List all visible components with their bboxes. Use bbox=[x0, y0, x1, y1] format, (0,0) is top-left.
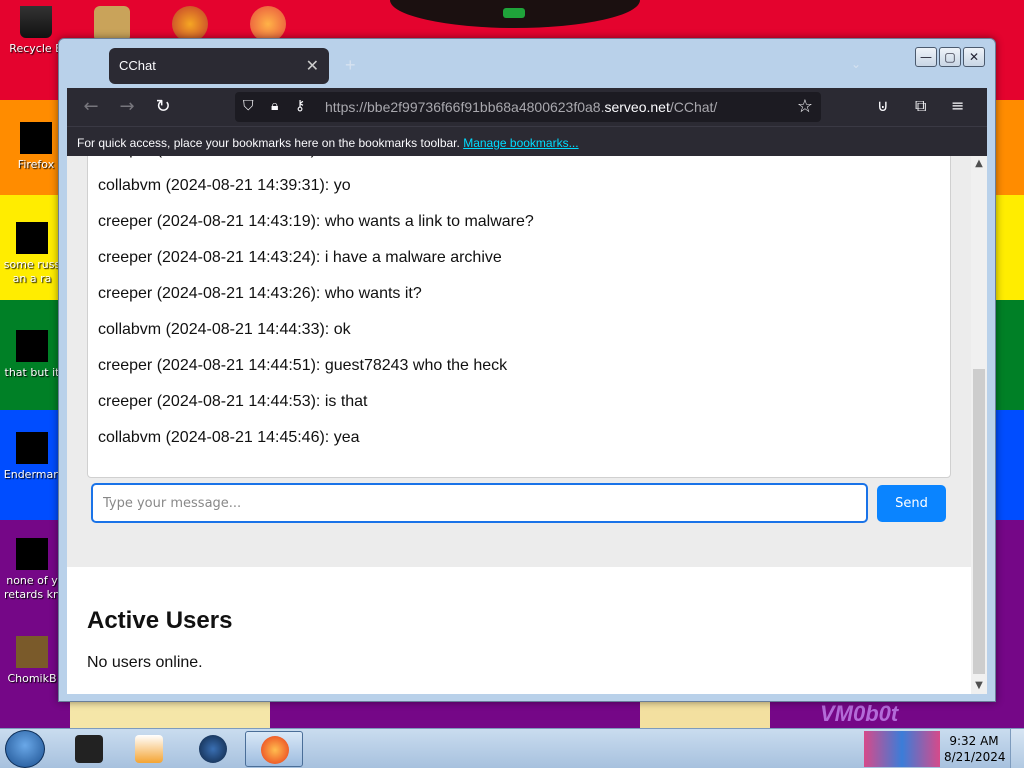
key-icon[interactable]: ⚷ bbox=[295, 98, 305, 114]
url-bar[interactable]: ⛉ 🔒︎ ⚷ https://bbe2f99736f66f91bb68a4800… bbox=[235, 92, 821, 122]
chat-area: creeper (2024-08-21 14:38:37): hi collab… bbox=[67, 156, 971, 567]
globe-icon bbox=[199, 735, 227, 763]
desktop-folder-icon[interactable] bbox=[94, 6, 130, 42]
scroll-down-icon[interactable]: ▼ bbox=[973, 680, 985, 692]
scroll-up-icon[interactable]: ▲ bbox=[973, 158, 985, 170]
taskbar: 9:32 AM 8/21/2024 bbox=[0, 728, 1024, 768]
browser-window: CChat ✕ + ⌄ — ▢ ✕ ← → ↻ ⛉ 🔒︎ ⚷ https://b… bbox=[58, 38, 996, 702]
firefox-icon bbox=[20, 122, 52, 154]
tab-title: CChat bbox=[119, 58, 156, 73]
lock-icon[interactable]: 🔒︎ bbox=[271, 98, 278, 114]
reload-icon[interactable]: ↻ bbox=[151, 96, 175, 118]
file-icon bbox=[16, 432, 48, 464]
page-content: creeper (2024-08-21 14:38:37): hi collab… bbox=[67, 156, 987, 694]
active-users-title: Active Users bbox=[87, 607, 233, 634]
chat-message: creeper (2024-08-21 14:44:53): is that bbox=[98, 393, 368, 410]
clock[interactable]: 9:32 AM 8/21/2024 bbox=[944, 733, 1006, 765]
pocket-icon[interactable]: ⊍ bbox=[877, 96, 889, 115]
chat-message: collabvm (2024-08-21 14:44:33): ok bbox=[98, 321, 351, 338]
bookmarks-hint: For quick access, place your bookmarks h… bbox=[77, 136, 460, 150]
desktop-icon-russ[interactable]: some russ an a ra bbox=[0, 222, 64, 286]
file-icon bbox=[16, 330, 48, 362]
firefox-icon bbox=[261, 736, 289, 764]
desktop-icon-label: an a ra bbox=[12, 272, 52, 285]
nav-toolbar: ← → ↻ ⛉ 🔒︎ ⚷ https://bbe2f99736f66f91bb6… bbox=[67, 88, 987, 126]
message-list[interactable]: creeper (2024-08-21 14:38:37): hi collab… bbox=[87, 156, 951, 478]
forward-icon[interactable]: → bbox=[115, 96, 139, 118]
close-window-button[interactable]: ✕ bbox=[963, 47, 985, 67]
send-button[interactable]: Send bbox=[877, 485, 946, 522]
maximize-button[interactable]: ▢ bbox=[939, 47, 961, 67]
show-desktop-button[interactable] bbox=[1010, 729, 1024, 768]
message-input[interactable] bbox=[91, 483, 868, 523]
wallpaper-art bbox=[640, 700, 770, 728]
desktop-icon-that[interactable]: that but it bbox=[0, 330, 64, 380]
file-icon bbox=[16, 538, 48, 570]
desktop-app-icon[interactable] bbox=[250, 6, 286, 42]
back-icon[interactable]: ← bbox=[79, 96, 103, 118]
chat-message: collabvm (2024-08-21 14:39:31): yo bbox=[98, 177, 351, 194]
terminal-icon bbox=[75, 735, 103, 763]
chat-message: creeper (2024-08-21 14:44:51): guest7824… bbox=[98, 357, 508, 374]
list-tabs-icon[interactable]: ⌄ bbox=[851, 57, 861, 71]
taskbar-item-media[interactable] bbox=[120, 731, 178, 767]
chat-message: creeper (2024-08-21 14:43:24): i have a … bbox=[98, 249, 502, 266]
menu-icon[interactable]: ≡ bbox=[951, 96, 964, 115]
chat-message: creeper (2024-08-21 14:43:19): who wants… bbox=[98, 213, 534, 230]
tab-strip: CChat ✕ + ⌄ bbox=[67, 45, 895, 85]
media-player-icon bbox=[135, 735, 163, 763]
file-icon bbox=[16, 222, 48, 254]
desktop-icon-label: that but it bbox=[4, 366, 60, 379]
url-prefix: https://bbe2f99736f66f91bb68a4800623f0a8… bbox=[325, 99, 605, 115]
desktop-icon-label: none of y bbox=[6, 574, 58, 587]
shield-icon[interactable]: ⛉ bbox=[243, 98, 254, 114]
active-users-section: Active Users No users online. bbox=[67, 567, 971, 694]
tab-cchat[interactable]: CChat ✕ bbox=[109, 48, 329, 84]
system-tray[interactable] bbox=[864, 731, 940, 767]
wallpaper-vm-text: VM0b0t bbox=[820, 701, 899, 726]
url-path: /CChat/ bbox=[669, 99, 718, 115]
page-scrollbar[interactable]: ▲ ▼ bbox=[971, 156, 987, 694]
chat-message: collabvm (2024-08-21 14:45:46): yea bbox=[98, 429, 360, 446]
desktop-icon-label: ChomikB bbox=[7, 672, 57, 685]
bookmarks-toolbar: For quick access, place your bookmarks h… bbox=[67, 126, 987, 156]
chat-message: creeper (2024-08-21 14:43:26): who wants… bbox=[98, 285, 422, 302]
clock-time: 9:32 AM bbox=[949, 734, 999, 748]
manage-bookmarks-link[interactable]: Manage bookmarks... bbox=[463, 136, 578, 150]
desktop-icon-enderman[interactable]: Enderman bbox=[0, 432, 64, 482]
taskbar-item-app[interactable] bbox=[60, 731, 118, 767]
hamster-icon bbox=[16, 636, 48, 668]
desktop-icon-label: some russ bbox=[3, 258, 61, 271]
wallpaper-dark-shape bbox=[390, 0, 640, 28]
url-text[interactable]: https://bbe2f99736f66f91bb68a4800623f0a8… bbox=[325, 99, 717, 115]
bookmark-star-icon[interactable]: ☆ bbox=[797, 96, 813, 117]
no-users-text: No users online. bbox=[87, 654, 203, 671]
url-host: serveo.net bbox=[604, 99, 670, 115]
desktop-icon-label: Enderman bbox=[3, 468, 61, 481]
desktop-icon-none[interactable]: none of y retards kn bbox=[0, 538, 64, 602]
recycle-bin-icon bbox=[20, 6, 52, 38]
start-button[interactable] bbox=[5, 730, 45, 768]
scrollbar-thumb[interactable] bbox=[973, 369, 985, 674]
clock-date: 8/21/2024 bbox=[944, 750, 1006, 764]
extensions-icon[interactable]: ⧉ bbox=[915, 96, 926, 116]
wallpaper-art bbox=[70, 700, 270, 728]
new-tab-icon[interactable]: + bbox=[345, 55, 356, 76]
chat-message: creeper (2024-08-21 14:38:37): hi bbox=[98, 156, 940, 168]
desktop-icon-chomik[interactable]: ChomikB bbox=[0, 636, 64, 686]
desktop-app-icon[interactable] bbox=[172, 6, 208, 42]
taskbar-item-firefox[interactable] bbox=[245, 731, 303, 767]
close-tab-icon[interactable]: ✕ bbox=[306, 56, 319, 76]
desktop-icon-label: retards kn bbox=[4, 588, 60, 601]
taskbar-item-browser[interactable] bbox=[184, 731, 242, 767]
minimize-button[interactable]: — bbox=[915, 47, 937, 67]
window-controls: — ▢ ✕ bbox=[915, 47, 985, 67]
